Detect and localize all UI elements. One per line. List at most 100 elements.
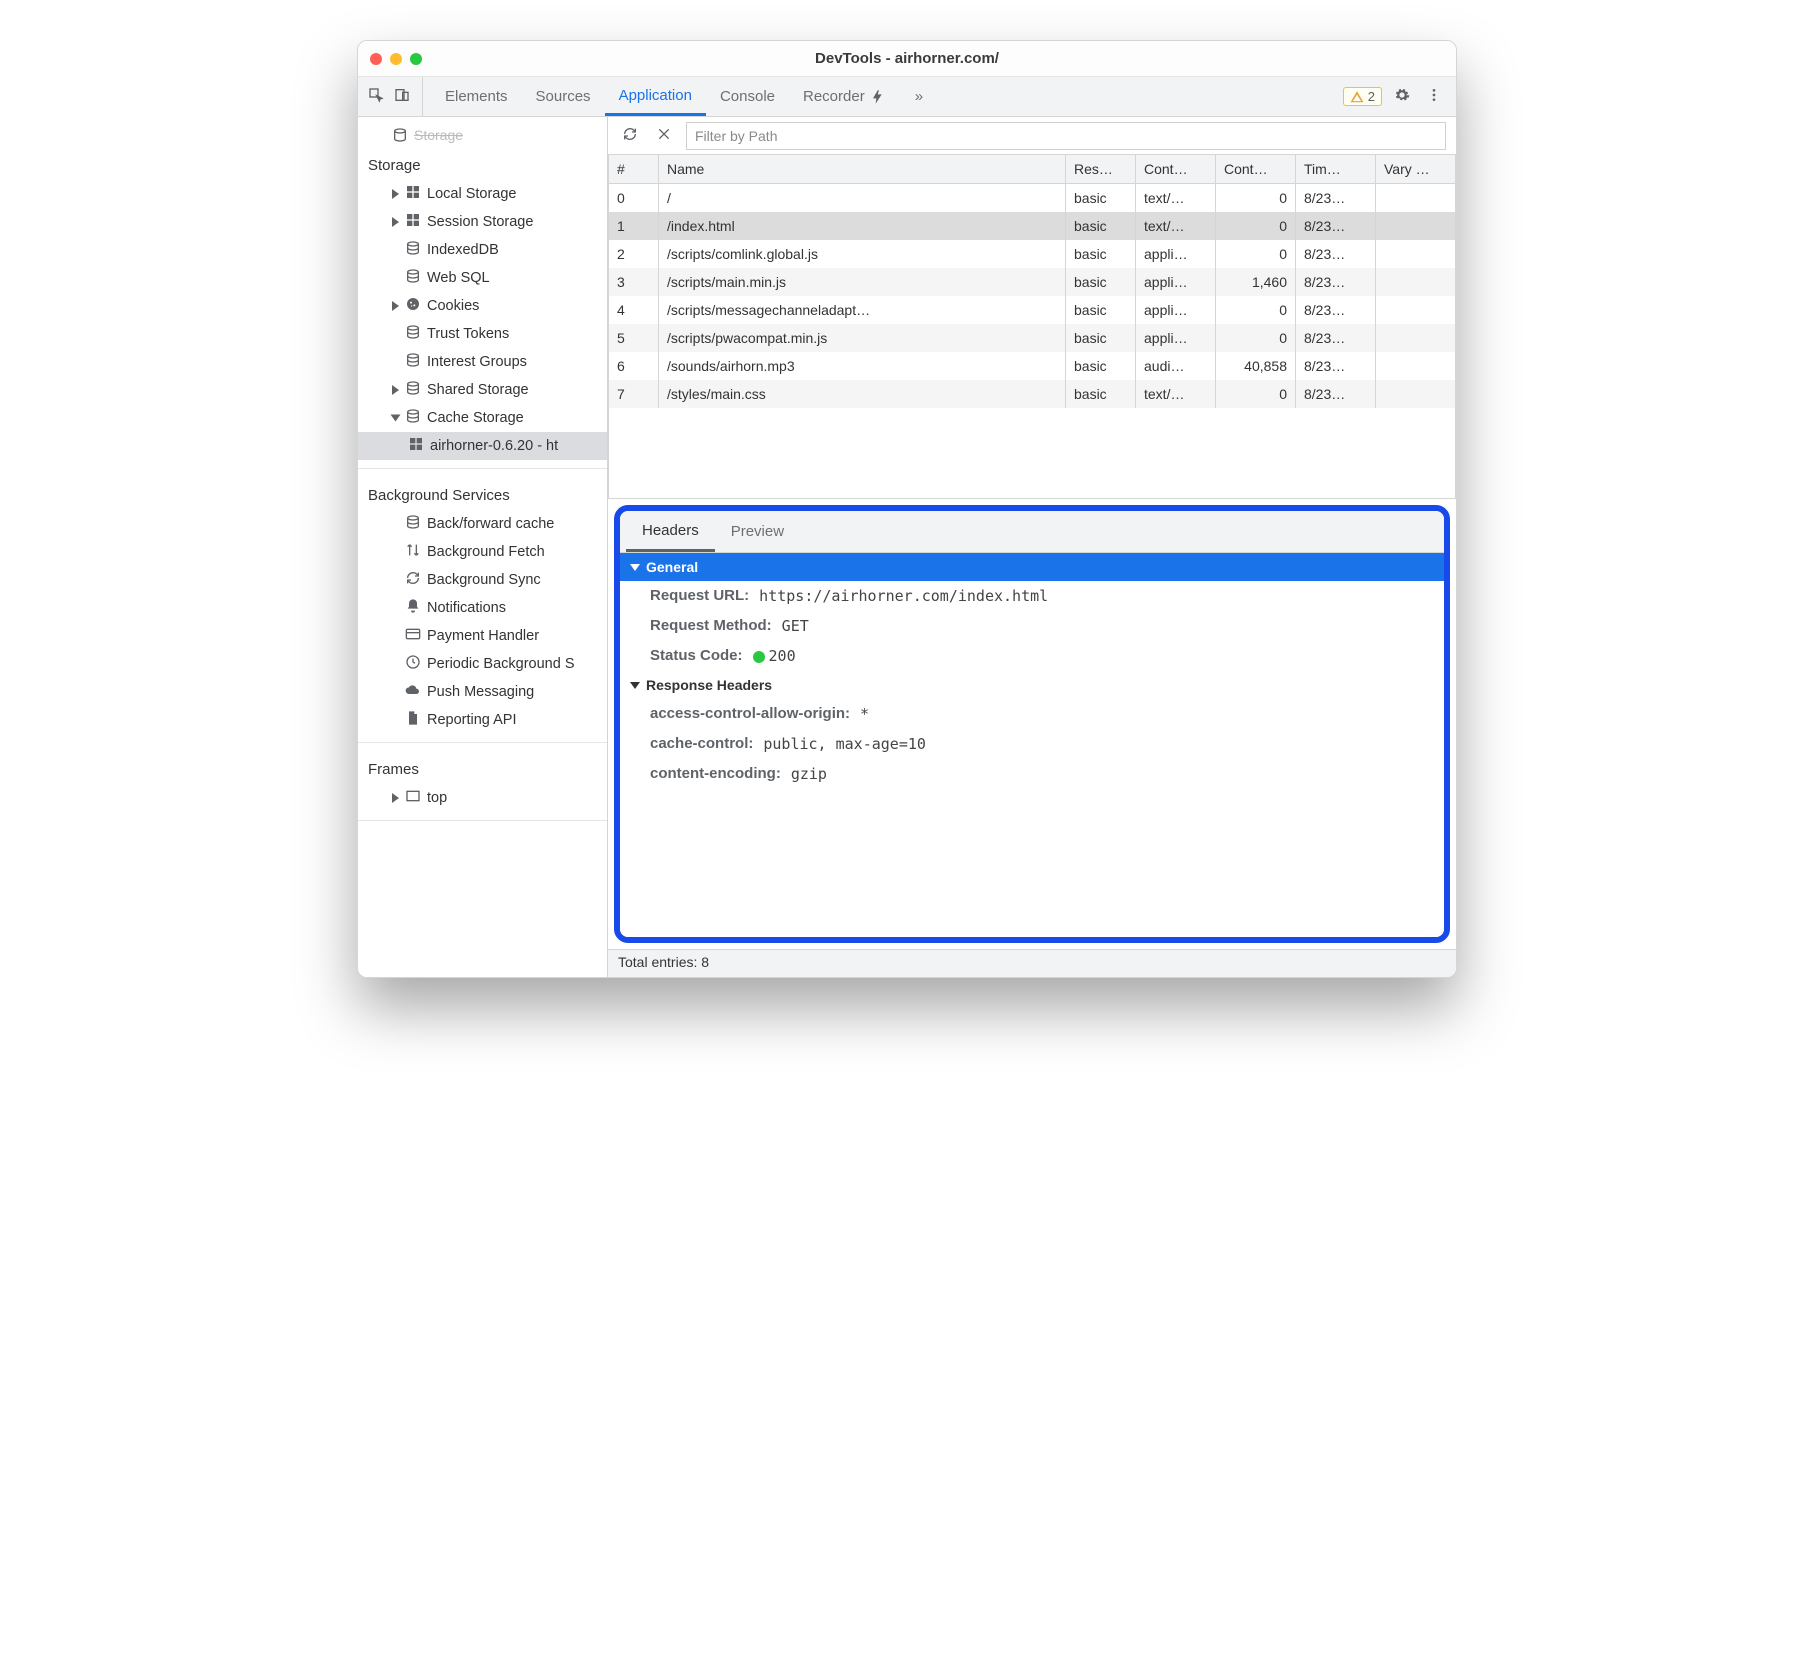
table-row[interactable]: 5/scripts/pwacompat.min.jsbasicappli…08/…: [609, 324, 1456, 352]
clear-icon[interactable]: [652, 122, 676, 149]
table-row[interactable]: 0/basictext/…08/23…: [609, 184, 1456, 213]
device-toggle-icon[interactable]: [394, 87, 410, 106]
detail-tab-headers[interactable]: Headers: [626, 511, 715, 552]
sidebar-item-label: Web SQL: [427, 270, 490, 286]
cell: 5: [609, 324, 659, 352]
cell: 1,460: [1216, 268, 1296, 296]
tab-recorder[interactable]: Recorder: [789, 77, 901, 116]
sidebar-item[interactable]: Periodic Background S: [358, 650, 607, 678]
grid-icon: [405, 184, 421, 204]
response-headers-section-header[interactable]: Response Headers: [620, 671, 1444, 699]
cell: /: [659, 184, 1066, 213]
cell: basic: [1066, 380, 1136, 408]
sidebar-item[interactable]: Background Fetch: [358, 538, 607, 566]
cell: /scripts/pwacompat.min.js: [659, 324, 1066, 352]
cell: basic: [1066, 184, 1136, 213]
table-row[interactable]: 6/sounds/airhorn.mp3basicaudi…40,8588/23…: [609, 352, 1456, 380]
sidebar-item[interactable]: Trust Tokens: [358, 320, 607, 348]
cell: appli…: [1136, 324, 1216, 352]
kebab-menu-icon[interactable]: [1422, 83, 1446, 110]
column-header[interactable]: Cont…: [1136, 155, 1216, 184]
sidebar-section-title: Background Services: [358, 477, 607, 510]
db-icon: [405, 240, 421, 260]
sidebar-item[interactable]: Local Storage: [358, 180, 607, 208]
header-row: access-control-allow-origin:*: [620, 699, 1444, 729]
sidebar-item[interactable]: Cookies: [358, 292, 607, 320]
db-icon: [405, 408, 421, 428]
tab-application[interactable]: Application: [605, 77, 706, 116]
sidebar-item-label: Shared Storage: [427, 382, 529, 398]
titlebar: DevTools - airhorner.com/: [358, 41, 1456, 77]
refresh-icon[interactable]: [618, 122, 642, 149]
close-window-icon[interactable]: [370, 53, 382, 65]
sidebar-item[interactable]: Push Messaging: [358, 678, 607, 706]
table-row[interactable]: 4/scripts/messagechanneladapt…basicappli…: [609, 296, 1456, 324]
column-header[interactable]: #: [609, 155, 659, 184]
sidebar-section-title: Frames: [358, 751, 607, 784]
cell: 8/23…: [1296, 324, 1376, 352]
cell: basic: [1066, 324, 1136, 352]
general-section-header[interactable]: General: [620, 553, 1444, 581]
cell: 0: [609, 184, 659, 213]
tab-console[interactable]: Console: [706, 77, 789, 116]
sidebar-item[interactable]: Session Storage: [358, 208, 607, 236]
column-header[interactable]: Res…: [1066, 155, 1136, 184]
minimize-window-icon[interactable]: [390, 53, 402, 65]
warnings-count: 2: [1368, 89, 1375, 104]
tab-elements[interactable]: Elements: [431, 77, 522, 116]
sync-icon: [405, 570, 421, 590]
sidebar-item[interactable]: Cache Storage: [358, 404, 607, 432]
sidebar-item[interactable]: Shared Storage: [358, 376, 607, 404]
inspect-icon[interactable]: [368, 87, 384, 106]
sidebar-item[interactable]: Reporting API: [358, 706, 607, 734]
sidebar-item-label: Push Messaging: [427, 684, 534, 700]
detail-tab-preview[interactable]: Preview: [715, 511, 800, 552]
zoom-window-icon[interactable]: [410, 53, 422, 65]
sidebar-item[interactable]: Notifications: [358, 594, 607, 622]
cell: 8/23…: [1296, 240, 1376, 268]
more-tabs-button[interactable]: »: [901, 77, 937, 116]
table-row[interactable]: 2/scripts/comlink.global.jsbasicappli…08…: [609, 240, 1456, 268]
sidebar-item-label: Background Fetch: [427, 544, 545, 560]
gear-icon[interactable]: [1390, 83, 1414, 110]
warnings-badge[interactable]: 2: [1343, 87, 1382, 106]
sidebar-item-label: Periodic Background S: [427, 656, 575, 672]
sidebar-truncated-item[interactable]: Storage: [358, 123, 607, 147]
sidebar-item[interactable]: airhorner-0.6.20 - ht: [358, 432, 607, 460]
cell: [1376, 352, 1456, 380]
table-row[interactable]: 3/scripts/main.min.jsbasicappli…1,4608/2…: [609, 268, 1456, 296]
cell: 2: [609, 240, 659, 268]
sidebar-item-label: top: [427, 790, 447, 806]
sidebar-item[interactable]: Payment Handler: [358, 622, 607, 650]
sidebar-item[interactable]: Web SQL: [358, 264, 607, 292]
sidebar-item-label: Trust Tokens: [427, 326, 509, 342]
filter-input[interactable]: [686, 122, 1446, 150]
table-row[interactable]: 1/index.htmlbasictext/…08/23…: [609, 212, 1456, 240]
column-header[interactable]: Name: [659, 155, 1066, 184]
cell: 3: [609, 268, 659, 296]
filter-bar: [608, 117, 1456, 155]
sidebar-item[interactable]: Background Sync: [358, 566, 607, 594]
table-row[interactable]: 7/styles/main.cssbasictext/…08/23…: [609, 380, 1456, 408]
sidebar-item[interactable]: IndexedDB: [358, 236, 607, 264]
sidebar-item[interactable]: Interest Groups: [358, 348, 607, 376]
sidebar-item-label: Local Storage: [427, 186, 516, 202]
cell: 0: [1216, 296, 1296, 324]
sidebar-item[interactable]: top: [358, 784, 607, 812]
updown-icon: [405, 542, 421, 562]
sidebar-item-label: Notifications: [427, 600, 506, 616]
column-header[interactable]: Cont…: [1216, 155, 1296, 184]
cell: appli…: [1136, 240, 1216, 268]
cell: [1376, 380, 1456, 408]
sidebar-item-label: Reporting API: [427, 712, 516, 728]
column-header[interactable]: Vary …: [1376, 155, 1456, 184]
sidebar-item[interactable]: Back/forward cache: [358, 510, 607, 538]
cell: 0: [1216, 324, 1296, 352]
cell: basic: [1066, 296, 1136, 324]
cell: [1376, 212, 1456, 240]
tab-sources[interactable]: Sources: [522, 77, 605, 116]
column-header[interactable]: Tim…: [1296, 155, 1376, 184]
sidebar-item-label: Cookies: [427, 298, 479, 314]
cloud-icon: [405, 682, 421, 702]
window-title: DevTools - airhorner.com/: [358, 50, 1456, 67]
